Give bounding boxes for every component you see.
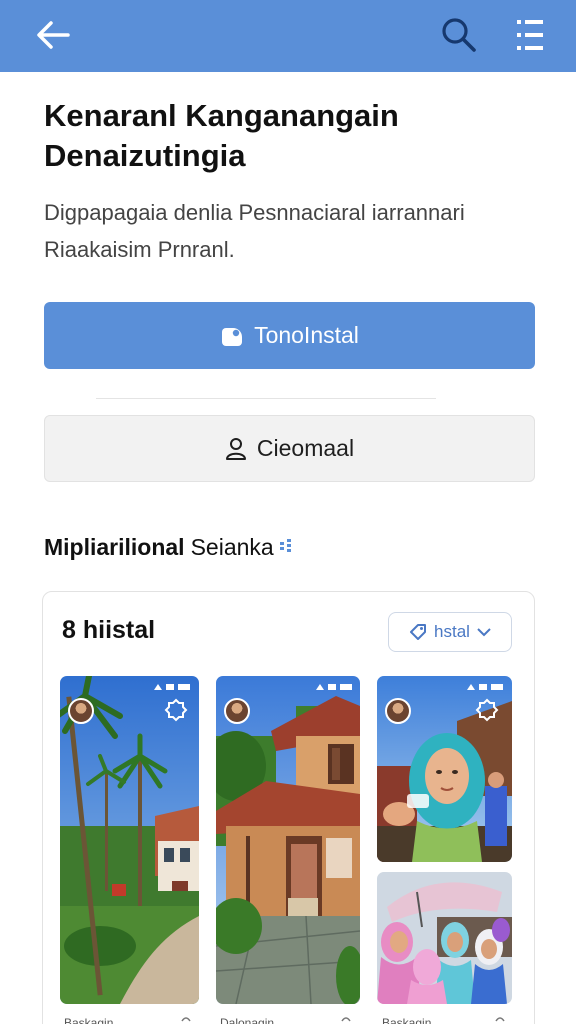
page-title-line-1: Kenaranl Kanganangain <box>44 98 399 133</box>
photo-traditional-house[interactable] <box>216 676 360 1004</box>
page-subtitle-line-2: Riaakaisim Prnranl. <box>44 237 235 262</box>
divider <box>96 398 436 399</box>
status-bar-icon <box>154 684 190 690</box>
back-button[interactable] <box>32 14 74 56</box>
filter-chip[interactable]: hstal <box>388 612 512 652</box>
menu-icon <box>517 20 543 50</box>
gallery-card: 8 hiistal hstal <box>42 591 535 1024</box>
avatar <box>385 698 411 724</box>
filter-chip-label: hstal <box>434 622 470 641</box>
photo-caption: Baskagin <box>382 1016 432 1024</box>
status-bar-icon <box>467 684 503 690</box>
photo-portrait[interactable] <box>377 676 512 862</box>
status-bar-icon <box>316 684 352 690</box>
tag-icon <box>410 624 427 640</box>
badge-icon <box>475 698 499 722</box>
avatar <box>68 698 94 724</box>
grid-dots-icon <box>279 539 291 552</box>
photo-caption: Dalonagin <box>220 1016 275 1024</box>
section-heading: Mipliarilional Seianka <box>44 532 294 562</box>
avatar <box>224 698 250 724</box>
like-icon[interactable] <box>180 1015 192 1024</box>
contact-button[interactable]: Cieomaal <box>44 415 535 482</box>
install-button-label: TonoInstal <box>254 322 359 348</box>
search-icon <box>442 18 476 52</box>
user-icon <box>225 437 246 460</box>
badge-icon <box>164 698 188 722</box>
like-icon[interactable] <box>494 1015 506 1024</box>
section-heading-bold: Mipliarilional <box>44 534 185 560</box>
page-subtitle-line-1: Digpapagaia denlia Pesnnaciaral iarranna… <box>44 200 465 225</box>
photo-tropical-garden[interactable] <box>60 676 199 1004</box>
search-button[interactable] <box>436 12 482 58</box>
like-icon[interactable] <box>340 1015 352 1024</box>
page-subtitle: Digpapagaia denlia Pesnnaciaral iarranna… <box>44 194 544 268</box>
photo-caption: Baskagin <box>64 1016 114 1024</box>
app-bar <box>0 0 576 72</box>
arrow-left-icon <box>37 21 70 49</box>
section-heading-rest: Seianka <box>190 534 274 560</box>
page-title-line-2: Denaizutingia <box>44 138 246 173</box>
install-button[interactable]: TonoInstal <box>44 302 535 369</box>
gallery-card-title: 8 hiistal <box>62 616 156 644</box>
chevron-down-icon <box>477 628 491 637</box>
contact-button-label: Cieomaal <box>256 435 355 461</box>
photo-crowd[interactable] <box>377 872 512 1004</box>
menu-button[interactable] <box>508 12 552 58</box>
app-icon <box>222 327 243 346</box>
page-title: Kenaranl Kanganangain Denaizutingia <box>44 96 544 176</box>
